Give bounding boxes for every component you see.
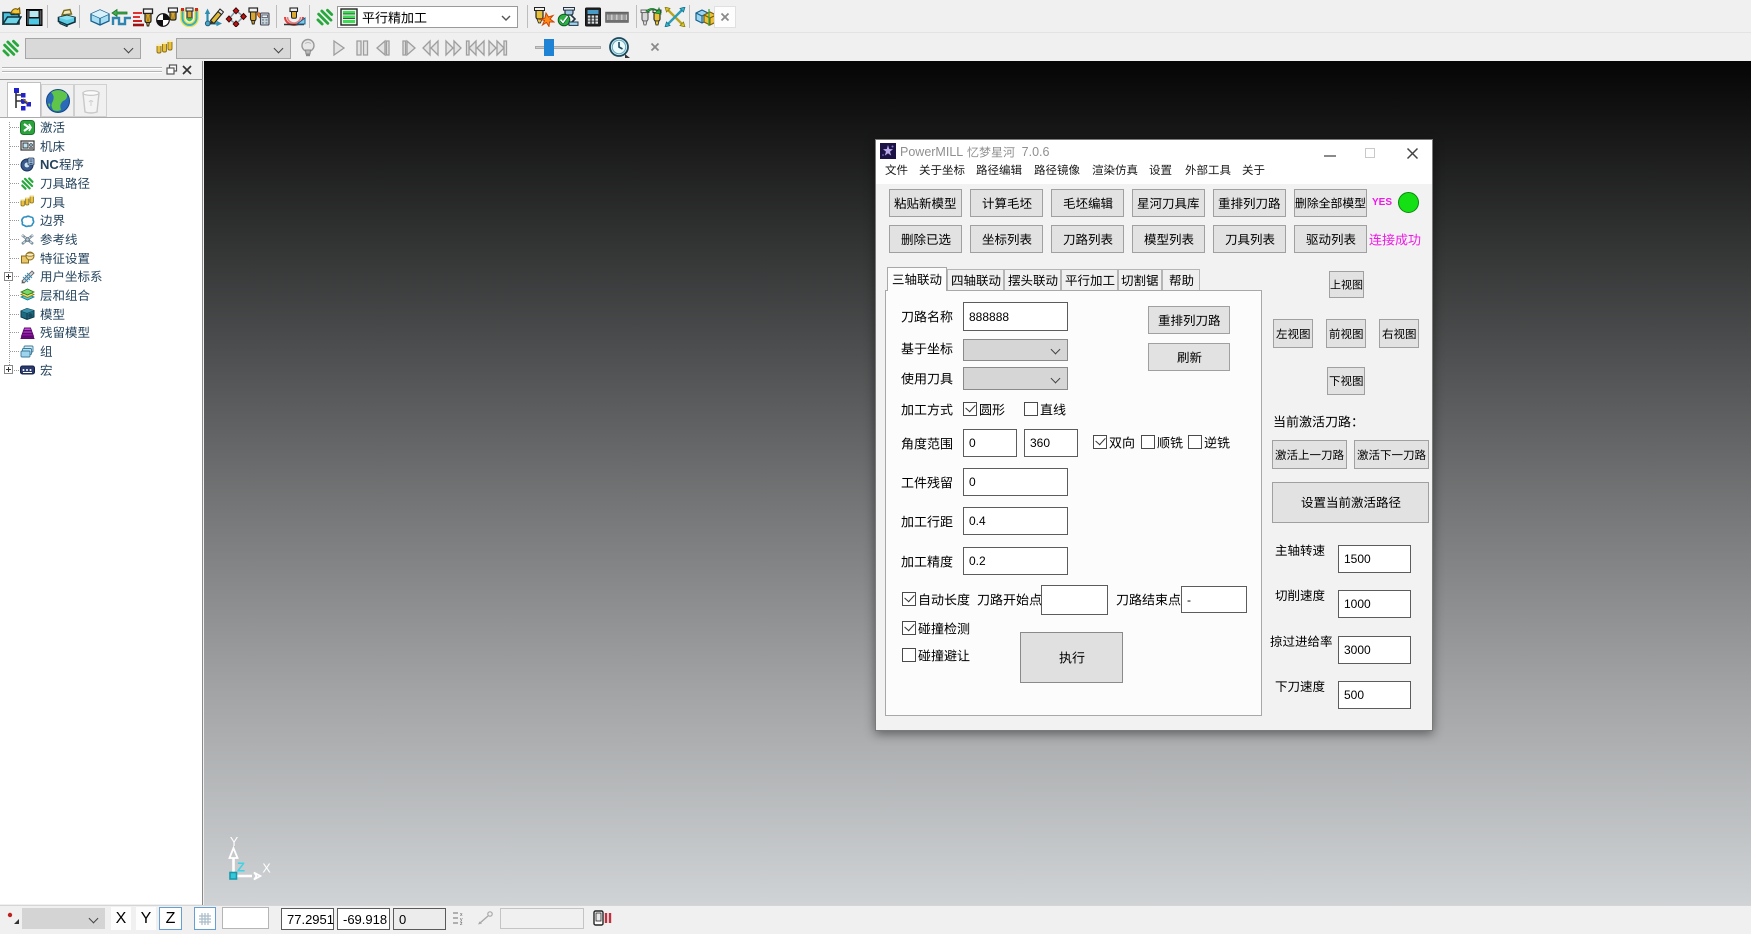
svg-text:X: X xyxy=(262,862,271,876)
svg-text:Z: Z xyxy=(237,860,245,875)
svg-text:z: z xyxy=(460,921,463,925)
svg-text:Y: Y xyxy=(230,835,239,849)
